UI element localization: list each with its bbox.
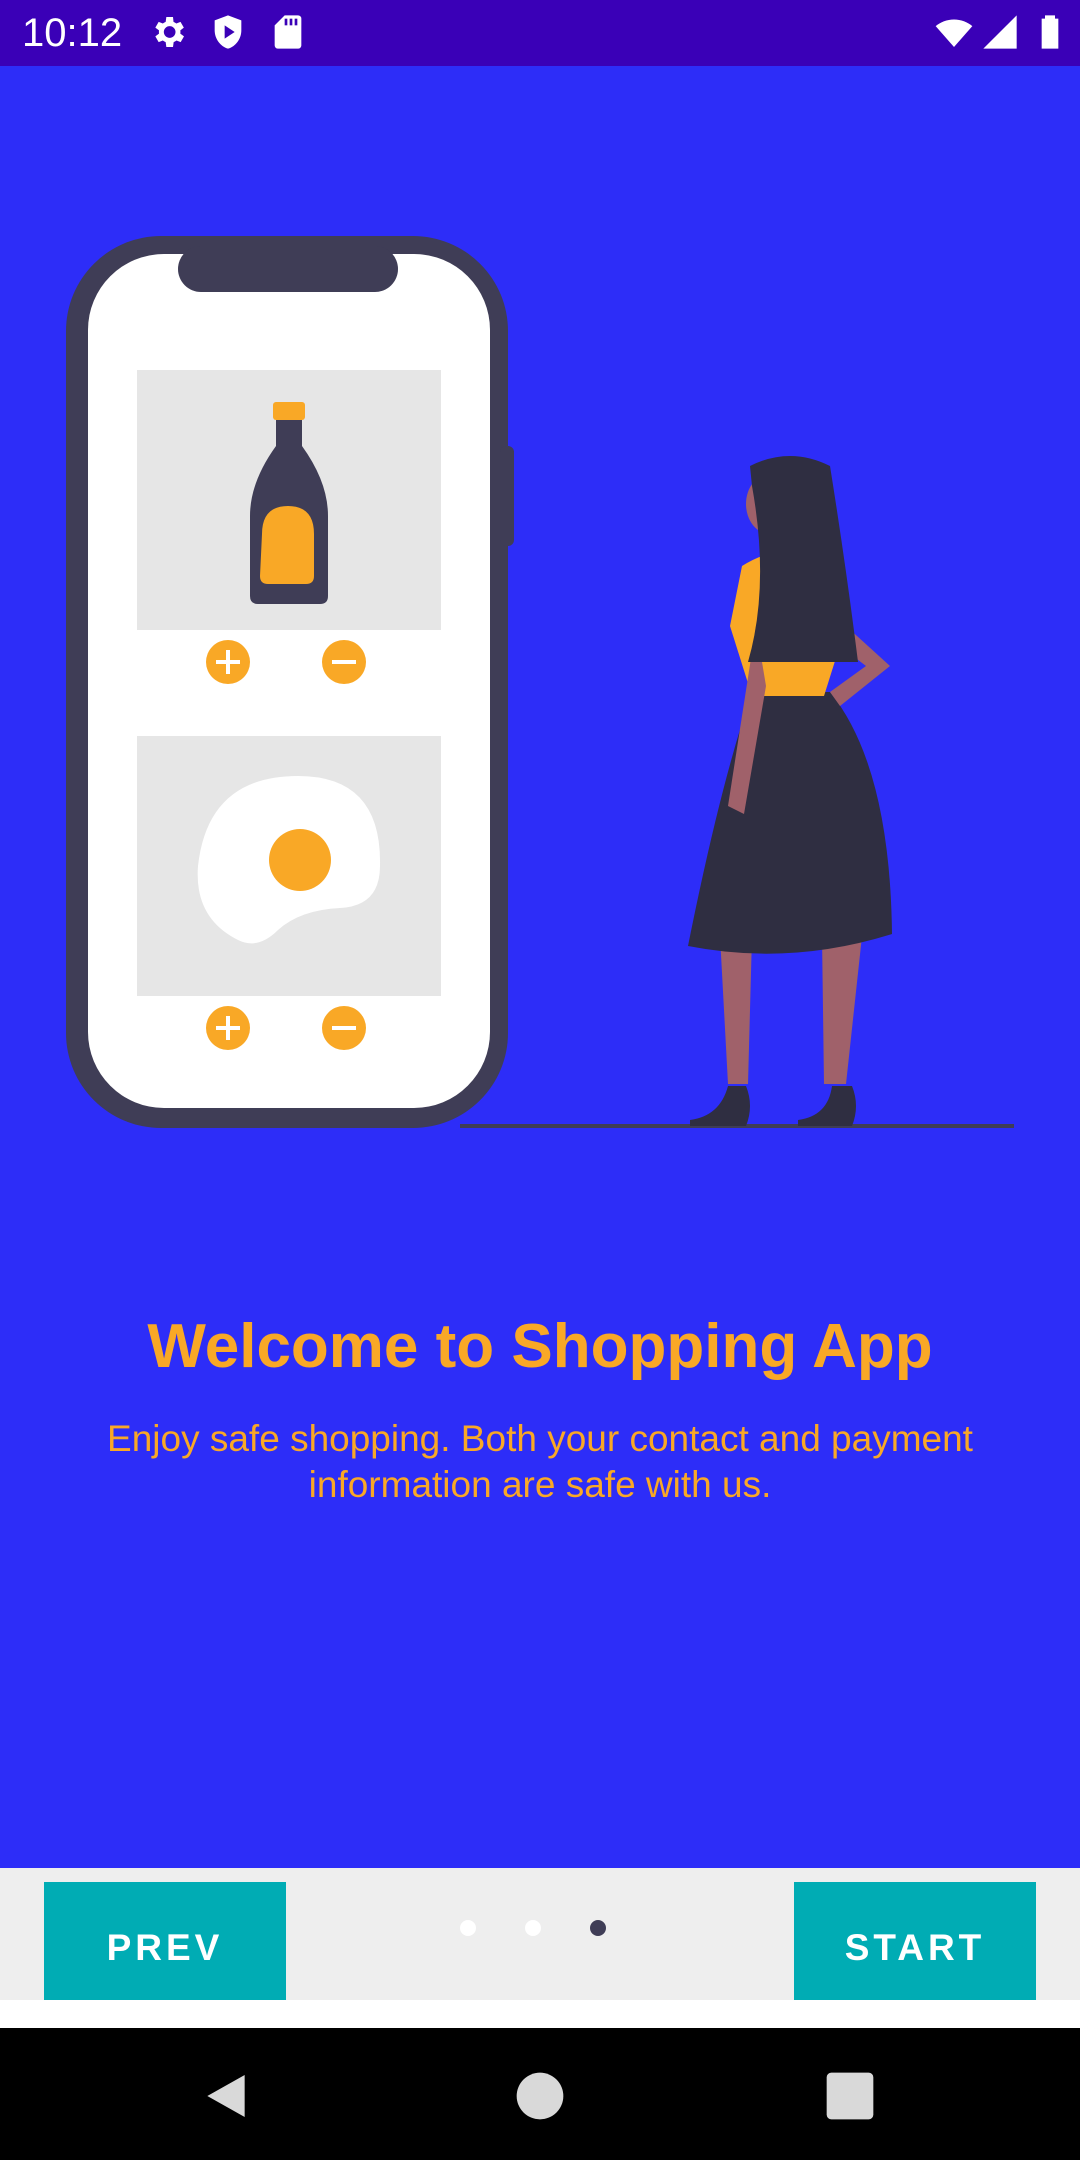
settings-icon (155, 17, 184, 47)
onboarding-title: Welcome to Shopping App (147, 1312, 933, 1381)
signal-icon (983, 15, 1017, 49)
shopping-illustration (66, 236, 1014, 1128)
recents-icon[interactable] (822, 2068, 878, 2124)
pager-bar: PREV START (0, 1868, 1080, 2014)
shield-icon (214, 15, 242, 49)
start-button[interactable]: START (794, 1882, 1036, 2014)
home-icon[interactable] (512, 2068, 568, 2124)
page-indicator (460, 1920, 620, 1950)
status-time: 10:12 (22, 11, 123, 55)
back-icon[interactable] (198, 2068, 254, 2124)
battery-icon (1041, 15, 1059, 49)
page-dot-1 (460, 1920, 476, 1936)
sd-card-icon (274, 15, 302, 49)
page-dot-3-active (590, 1920, 606, 1936)
page-dot-2 (525, 1920, 541, 1936)
onboarding-description: Enjoy safe shopping. Both your contact a… (107, 1418, 973, 1505)
onboarding-page: Welcome to Shopping App Enjoy safe shopp… (0, 66, 1080, 1868)
system-nav-bar (0, 2028, 1080, 2160)
divider (0, 2000, 1080, 2028)
prev-button[interactable]: PREV (44, 1882, 286, 2014)
wifi-icon (935, 19, 973, 47)
status-bar: 10:12 (0, 0, 1080, 66)
